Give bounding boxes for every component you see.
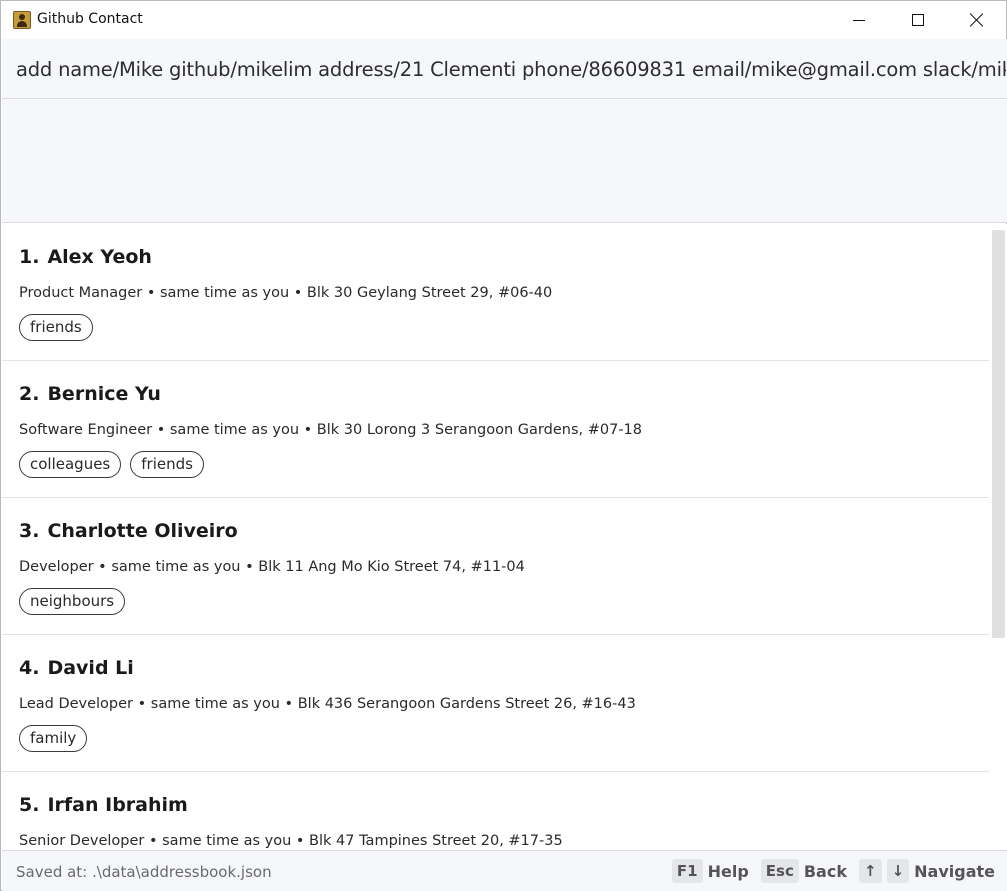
contact-card[interactable]: 3. Charlotte Oliveiro Developer • same tim… bbox=[2, 498, 989, 635]
minimize-button[interactable] bbox=[830, 1, 888, 39]
status-bar: Saved at: .\data\addressbook.json F1 Help… bbox=[2, 850, 1007, 891]
contact-detail: Developer • same time as you • Blk 11 An… bbox=[19, 559, 525, 575]
key-cap: ↓ bbox=[886, 859, 910, 883]
command-box bbox=[2, 39, 1007, 99]
title-bar[interactable]: Github Contact bbox=[1, 1, 1006, 39]
contact-name-text: Irfan Ibrahim bbox=[47, 794, 188, 816]
contact-detail: Software Engineer • same time as you • B… bbox=[19, 422, 642, 438]
close-icon bbox=[970, 13, 984, 27]
contact-name: 3. Charlotte Oliveiro bbox=[19, 520, 238, 542]
tag-chip: family bbox=[19, 725, 88, 752]
contact-detail: Senior Developer • same time as you • Bl… bbox=[19, 833, 563, 849]
minimize-icon bbox=[853, 19, 865, 21]
contact-name-text: Alex Yeoh bbox=[47, 246, 152, 268]
contact-index: 5. bbox=[19, 794, 40, 816]
key-cap: ↑ bbox=[858, 859, 882, 883]
contact-index: 1. bbox=[19, 246, 40, 268]
hint-label: Back bbox=[803, 861, 847, 881]
contact-detail: Lead Developer • same time as you • Blk … bbox=[19, 696, 636, 712]
maximize-icon bbox=[912, 14, 924, 26]
contact-index: 4. bbox=[19, 657, 40, 679]
maximize-button[interactable] bbox=[889, 1, 947, 39]
contact-card[interactable]: 1. Alex Yeoh Product Manager • same time a… bbox=[2, 224, 989, 361]
contact-list-scrollbar[interactable] bbox=[989, 224, 1007, 850]
keyboard-hints: F1 Help Esc Back ↑ ↓ Navigate bbox=[671, 859, 995, 883]
contact-list[interactable]: 1. Alex Yeoh Product Manager • same time a… bbox=[2, 224, 989, 850]
contact-index: 2. bbox=[19, 383, 40, 405]
hint-label: Help bbox=[707, 861, 749, 881]
hint-label: Navigate bbox=[914, 861, 995, 881]
result-display bbox=[2, 99, 1007, 223]
contact-detail: Product Manager • same time as you • Blk… bbox=[19, 285, 553, 301]
scrollbar-thumb[interactable] bbox=[992, 230, 1005, 638]
contact-tags: neighbours bbox=[19, 588, 126, 615]
contact-card[interactable]: 4. David Li Lead Developer • same time as … bbox=[2, 635, 989, 772]
contact-book-icon bbox=[13, 11, 31, 29]
save-location: Saved at: .\data\addressbook.json bbox=[16, 863, 272, 881]
key-cap: Esc bbox=[760, 859, 799, 883]
contact-tags: friends bbox=[19, 314, 93, 341]
tag-chip: neighbours bbox=[19, 588, 126, 615]
app-window: Github Contact 1. Alex Yeoh Product Manage… bbox=[0, 0, 1007, 891]
contact-name: 4. David Li bbox=[19, 657, 134, 679]
contact-tags: colleagues friends bbox=[19, 451, 204, 478]
contact-index: 3. bbox=[19, 520, 40, 542]
tag-chip: friends bbox=[19, 314, 93, 341]
close-button[interactable] bbox=[948, 1, 1006, 39]
contact-name: 2. Bernice Yu bbox=[19, 383, 161, 405]
contact-name-text: David Li bbox=[47, 657, 134, 679]
tag-chip: friends bbox=[130, 451, 204, 478]
contact-name: 1. Alex Yeoh bbox=[19, 246, 152, 268]
key-cap: F1 bbox=[671, 859, 703, 883]
contact-name-text: Bernice Yu bbox=[47, 383, 161, 405]
contact-card[interactable]: 5. Irfan Ibrahim Senior Developer • same t… bbox=[2, 772, 989, 850]
command-input[interactable] bbox=[16, 51, 1006, 87]
window-title: Github Contact bbox=[37, 11, 143, 27]
contact-name: 5. Irfan Ibrahim bbox=[19, 794, 188, 816]
tag-chip: colleagues bbox=[19, 451, 122, 478]
contact-name-text: Charlotte Oliveiro bbox=[47, 520, 238, 542]
contact-card[interactable]: 2. Bernice Yu Software Engineer • same tim… bbox=[2, 361, 989, 498]
contact-tags: family bbox=[19, 725, 88, 752]
